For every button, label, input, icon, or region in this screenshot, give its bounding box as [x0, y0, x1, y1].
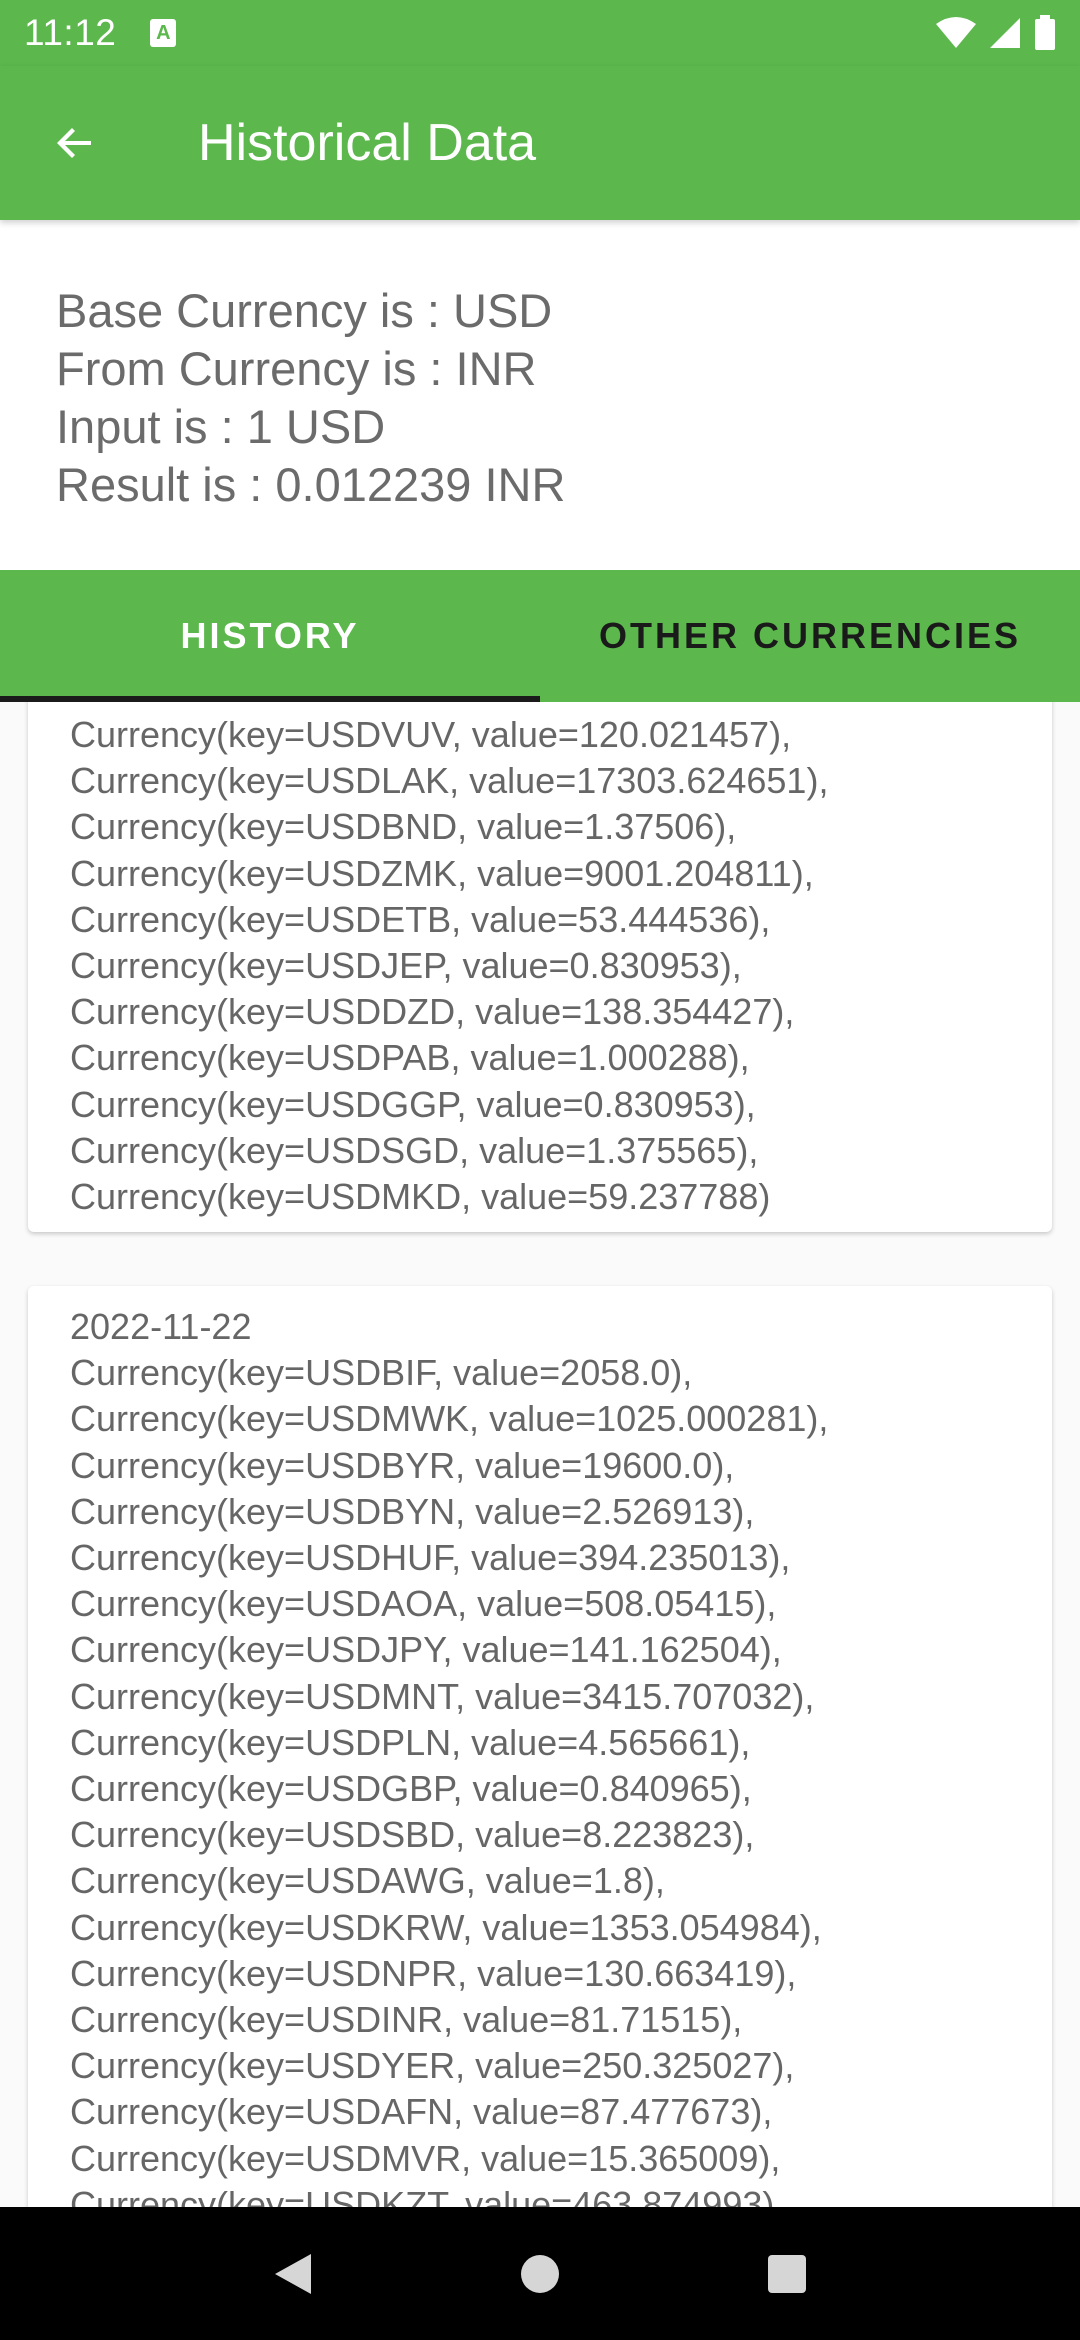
back-button[interactable] — [0, 66, 150, 220]
currency-line: Currency(key=USDMNT, value=3415.707032), — [70, 1675, 815, 1717]
app-bar: Historical Data — [0, 66, 1080, 220]
currency-line: Currency(key=USDKRW, value=1353.054984), — [70, 1906, 822, 1948]
tab-bar: HISTORY OTHER CURRENCIES — [0, 570, 1080, 702]
currency-line: Currency(key=USDHUF, value=394.235013), — [70, 1537, 791, 1579]
system-nav-bar — [0, 2207, 1080, 2340]
input-text: Input is : 1 USD — [56, 400, 386, 453]
currency-line: Currency(key=USDINR, value=81.71515), — [70, 1999, 743, 2041]
currency-line: Currency(key=USDJPY, value=141.162504), — [70, 1629, 782, 1671]
nav-recents-button[interactable] — [742, 2229, 832, 2319]
arrow-left-icon — [57, 128, 91, 158]
currency-line: Currency(key=USDETB, value=53.444536), — [70, 898, 771, 940]
circle-home-icon — [520, 2254, 559, 2293]
tab-history[interactable]: HISTORY — [0, 570, 540, 702]
battery-icon — [1035, 15, 1055, 50]
square-recents-icon — [767, 2254, 806, 2293]
currency-line: Currency(key=USDBIF, value=2058.0), — [70, 1352, 693, 1394]
currency-line: Currency(key=USDGGP, value=0.830953), — [70, 1083, 756, 1125]
tab-other-currencies[interactable]: OTHER CURRENCIES — [540, 570, 1080, 702]
currency-line: Currency(key=USDBYN, value=2.526913), — [70, 1490, 755, 1532]
currency-line: Currency(key=USDJEP, value=0.830953), — [70, 945, 742, 987]
page-title: Historical Data — [198, 114, 537, 172]
currency-line: Currency(key=USDVUV, value=120.021457), — [70, 714, 792, 755]
nav-back-button[interactable] — [248, 2229, 338, 2319]
currency-line: Currency(key=USDBYR, value=19600.0), — [70, 1444, 735, 1486]
currency-line: Currency(key=USDDZD, value=138.354427), — [70, 991, 795, 1033]
currency-line: Currency(key=USDGBP, value=0.840965), — [70, 1768, 752, 1810]
history-list[interactable]: Currency(key=USDVUV, value=120.021457), … — [0, 702, 1080, 2207]
history-card: Currency(key=USDVUV, value=120.021457), … — [28, 702, 1052, 1232]
currency-line: Currency(key=USDBND, value=1.37506), — [70, 806, 737, 848]
status-icons — [936, 15, 1056, 51]
currency-line: Currency(key=USDMKD, value=59.237788) — [70, 1176, 771, 1218]
from-currency-text: From Currency is : INR — [56, 342, 537, 395]
currency-line: Currency(key=USDKZT, value=463.874993), — [70, 2183, 785, 2207]
triangle-back-icon — [275, 2253, 312, 2294]
history-card: 2022-11-22 Currency(key=USDBIF, value=20… — [28, 1286, 1052, 2207]
currency-line: Currency(key=USDMWK, value=1025.000281), — [70, 1398, 829, 1440]
conversion-summary: Base Currency is : USD From Currency is … — [0, 220, 1080, 570]
cellular-signal-icon — [990, 18, 1020, 48]
currency-line: Currency(key=USDAFN, value=87.477673), — [70, 2091, 773, 2133]
currency-line: Currency(key=USDYER, value=250.325027), — [70, 2045, 795, 2087]
currency-line: Currency(key=USDZMK, value=9001.204811), — [70, 852, 814, 894]
currency-line: Currency(key=USDAOA, value=508.05415), — [70, 1583, 777, 1625]
history-date: 2022-11-22 — [70, 1306, 252, 1347]
currency-line: Currency(key=USDMVR, value=15.365009), — [70, 2137, 781, 2179]
nav-home-button[interactable] — [495, 2229, 585, 2319]
partial-line — [70, 702, 1010, 712]
currency-line: Currency(key=USDPLN, value=4.565661), — [70, 1721, 751, 1763]
currency-line: Currency(key=USDPAB, value=1.000288), — [70, 1037, 750, 1079]
currency-line: Currency(key=USDSGD, value=1.375565), — [70, 1129, 759, 1171]
base-currency-text: Base Currency is : USD — [56, 284, 553, 337]
notification-icon: A — [150, 19, 177, 47]
currency-line: Currency(key=USDNPR, value=130.663419), — [70, 1952, 797, 1994]
result-text: Result is : 0.012239 INR — [56, 458, 566, 511]
status-time: 11:12 — [24, 12, 117, 53]
currency-line: Currency(key=USDLAK, value=17303.624651)… — [70, 760, 829, 802]
wifi-icon — [936, 17, 976, 48]
currency-line: Currency(key=USDSBD, value=8.223823), — [70, 1814, 755, 1856]
status-bar: 11:12 A — [0, 0, 1080, 66]
currency-line: Currency(key=USDAWG, value=1.8), — [70, 1860, 665, 1902]
